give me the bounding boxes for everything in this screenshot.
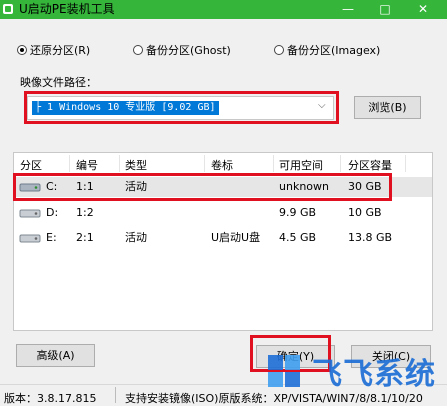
watermark-logo-icon xyxy=(268,355,300,387)
column-divider xyxy=(273,155,274,172)
cell-number: 1:2 xyxy=(76,206,94,219)
hard-disk-icon xyxy=(19,234,41,243)
column-divider xyxy=(204,155,205,172)
status-divider xyxy=(115,387,116,403)
radio-backup-imagex[interactable]: 备份分区(Imagex) xyxy=(274,43,380,57)
column-divider xyxy=(69,155,70,172)
column-divider xyxy=(405,155,406,172)
browse-button[interactable]: 浏览(B) xyxy=(354,96,421,119)
version-text: 版本：3.8.17.815 xyxy=(4,392,97,405)
radio-backup-ghost-label: 备份分区(Ghost) xyxy=(146,44,231,57)
cell-type: 活动 xyxy=(125,231,147,244)
cell-free-space: 9.9 GB xyxy=(279,206,317,219)
window-title: U启动PE装机工具 xyxy=(19,2,115,16)
minimize-button[interactable]: — xyxy=(328,0,368,19)
advanced-button[interactable]: 高级(A) xyxy=(16,344,95,367)
cell-volume-label: U启动U盘 xyxy=(211,231,261,244)
app-icon xyxy=(3,4,13,14)
column-divider xyxy=(340,155,341,172)
close-window-button[interactable]: ✕ xyxy=(403,0,443,19)
column-header-capacity[interactable]: 分区容量 xyxy=(348,157,392,173)
image-path-label: 映像文件路径： xyxy=(20,76,97,89)
maximize-button[interactable]: □ xyxy=(365,0,405,19)
cell-partition: D: xyxy=(46,206,59,219)
cell-number: 2:1 xyxy=(76,231,94,244)
radio-dot xyxy=(274,45,284,55)
column-header-type[interactable]: 类型 xyxy=(125,157,147,173)
cell-free-space: 4.5 GB xyxy=(279,231,317,244)
watermark-text: 飞飞系统 xyxy=(312,357,436,392)
column-header-volume-label[interactable]: 卷标 xyxy=(211,157,233,173)
highlight-box-image-path xyxy=(24,91,339,124)
hard-disk-icon xyxy=(19,209,41,218)
radio-backup-imagex-label: 备份分区(Imagex) xyxy=(287,44,381,57)
cell-capacity: 13.8 GB xyxy=(348,231,393,244)
column-divider xyxy=(119,155,120,172)
cell-partition: E: xyxy=(46,231,57,244)
radio-backup-ghost[interactable]: 备份分区(Ghost) xyxy=(133,43,231,57)
radio-dot xyxy=(133,45,143,55)
column-header-number[interactable]: 编号 xyxy=(76,157,98,173)
radio-restore-partition[interactable]: 还原分区(R) xyxy=(17,43,90,57)
radio-restore-label: 还原分区(R) xyxy=(30,44,91,57)
column-header-partition[interactable]: 分区 xyxy=(20,157,42,173)
highlight-box-row-c xyxy=(13,173,392,201)
radio-dot-selected xyxy=(17,45,27,55)
cell-capacity: 10 GB xyxy=(348,206,382,219)
column-header-free-space[interactable]: 可用空间 xyxy=(279,157,323,173)
